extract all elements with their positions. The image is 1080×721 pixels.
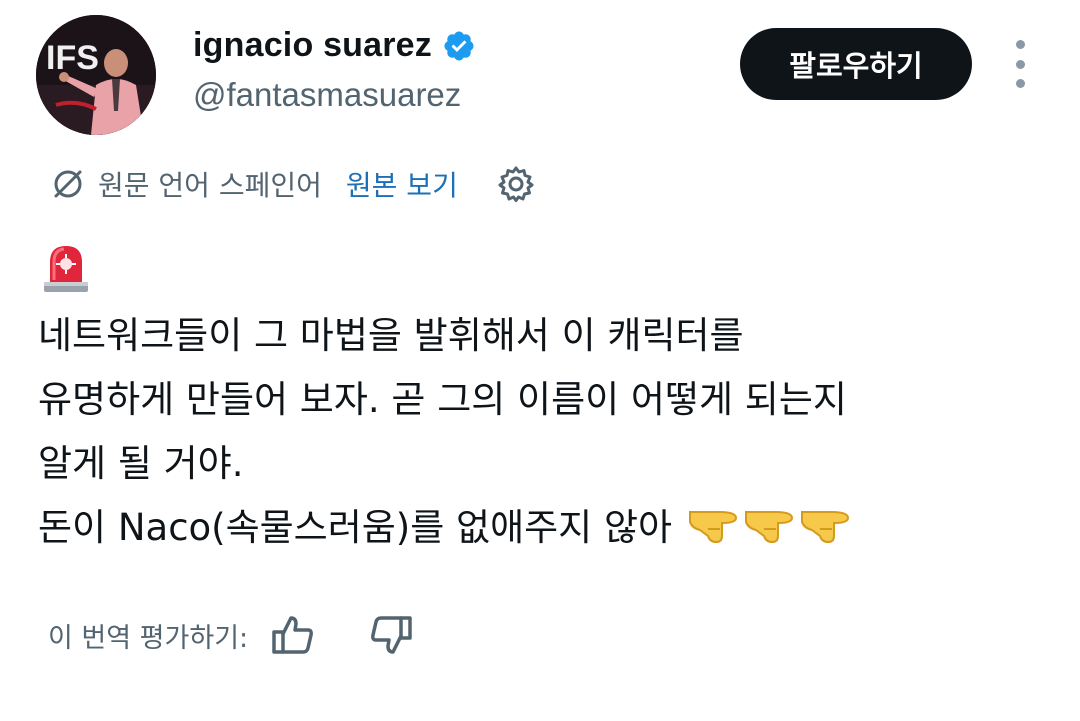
source-language-label: 원문 언어 스페인어 [98, 169, 322, 202]
thumbs-up-icon[interactable] [270, 612, 316, 658]
tweet-line-last: 돈이 Naco(속물스러움)를 없애주지 않아 [38, 496, 1048, 560]
rating-label: 이 번역 평가하기: [48, 622, 249, 654]
tweet-line: 유명하게 만들어 보자. 곧 그의 이름이 어떻게 되는지 [38, 378, 847, 421]
rotating-light-icon [44, 246, 88, 292]
tweet-line: 알게 될 거야. [38, 442, 244, 485]
author-name[interactable]: ignacio suarez [193, 26, 432, 65]
gear-icon[interactable] [496, 164, 536, 204]
verified-badge-icon [444, 30, 474, 61]
avatar-image: IFS [36, 15, 156, 135]
tweet-line: 네트워크들이 그 마법을 발휘해서 이 캐릭터를 [38, 314, 744, 357]
backhand-index-pointing-right-icon [688, 511, 737, 544]
show-original-link[interactable]: 원본 보기 [346, 164, 458, 204]
translation-info-row: 원문 언어 스페인어 원본 보기 [50, 162, 536, 206]
avatar[interactable]: IFS [36, 15, 156, 135]
follow-button[interactable]: 팔로우하기 [740, 28, 972, 100]
thumbs-down-icon[interactable] [368, 612, 414, 658]
translate-globe-icon [54, 170, 82, 198]
tweet-text: 네트워크들이 그 마법을 발휘해서 이 캐릭터를 유명하게 만들어 보자. 곧 … [38, 304, 1048, 560]
backhand-index-pointing-right-icon [800, 511, 849, 544]
author-name-row: ignacio suarez [193, 26, 476, 65]
tweet-line: 돈이 Naco(속물스러움)를 없애주지 않아 [38, 506, 673, 549]
more-vertical-icon[interactable] [1005, 40, 1035, 88]
author-handle[interactable]: @fantasmasuarez [193, 76, 461, 114]
avatar-logo-text: IFS [46, 39, 99, 77]
backhand-index-pointing-right-icon [744, 511, 793, 544]
translation-rating-row: 이 번역 평가하기: [48, 610, 414, 660]
